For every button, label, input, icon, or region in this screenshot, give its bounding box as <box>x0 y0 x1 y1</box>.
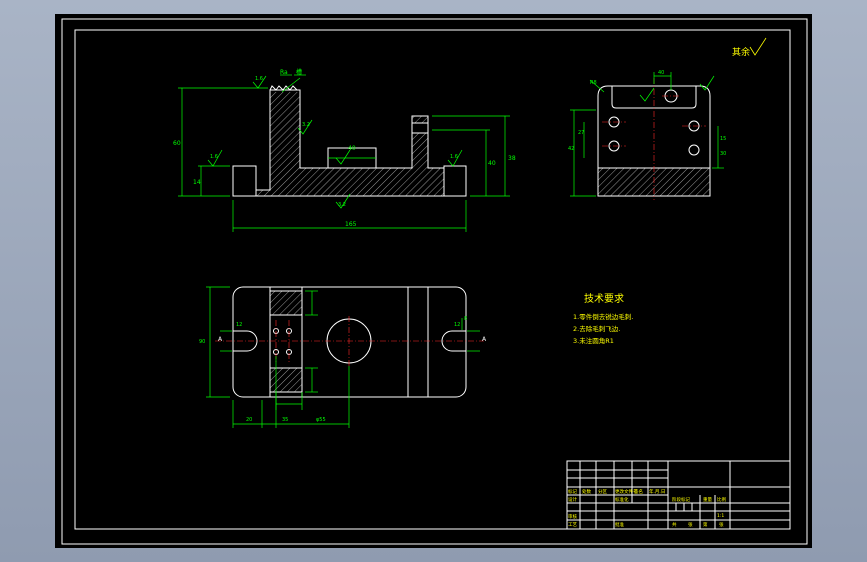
tb-zone: 分区 <box>598 488 607 495</box>
dim-plan-slot-r: 12 <box>454 322 460 328</box>
tech-req-item-2: 2.去除毛刺飞边. <box>573 324 620 333</box>
dim-side-h3: 30 <box>720 151 726 157</box>
tb-sheet-no: 第 <box>703 521 708 528</box>
dim-front-overall-height: 60 <box>173 140 181 147</box>
tb-total: 共 <box>672 521 677 528</box>
tb-approve: 批准 <box>615 521 624 528</box>
dim-side-h4: 42 <box>568 146 574 152</box>
tb-design: 设计 <box>568 496 577 503</box>
tb-standard: 标准化 <box>615 496 629 503</box>
front-callout-a: Ra <box>280 69 288 76</box>
dim-plan-d1: 20 <box>246 417 252 423</box>
dim-side-h1: 27 <box>578 130 584 136</box>
front-pillar-slot <box>411 122 429 134</box>
tb-stage: 阶段标记 <box>672 496 690 503</box>
tech-req-item-1: 1.零件倒去锐边毛刺. <box>573 312 633 321</box>
tb-date: 年.月.日 <box>649 488 665 495</box>
tb-sheets: 张 <box>688 521 693 528</box>
front-rough-2: 1.6 <box>210 154 218 160</box>
tb-mark: 标记 <box>568 488 577 495</box>
drawing-canvas <box>55 14 812 548</box>
roughness-note-text: 其余 <box>732 46 750 58</box>
plan-hatch-bottom <box>270 368 302 392</box>
tb-process: 工艺 <box>568 522 577 528</box>
dim-front-left-h: 14 <box>193 179 201 186</box>
front-rough-4: 3.2 <box>302 122 310 128</box>
front-rough-5: 3.2 <box>338 202 346 208</box>
dim-plan-d3: φ55 <box>316 417 326 423</box>
drawing-sheet: 其余 165 60 14 38 40 40 Ra 槽 1.6 1.6 1.6 3… <box>55 14 812 548</box>
front-callout-b: 槽 <box>296 68 302 76</box>
dim-plan-off: 8 <box>464 316 467 322</box>
tb-scale-value: 1:1 <box>717 513 724 519</box>
dim-side-top-w: 40 <box>658 70 664 76</box>
front-rough-1: 1.6 <box>255 76 263 82</box>
dim-plan-h-left: 90 <box>199 339 205 345</box>
tb-count: 处数 <box>582 488 591 495</box>
tb-sheet: 张 <box>719 521 724 528</box>
tb-review: 审核 <box>568 513 577 520</box>
dim-side-corner: R8 <box>590 80 597 86</box>
tb-signature: 签名 <box>634 488 643 495</box>
tech-req-item-3: 3.未注圆角R1 <box>573 336 614 345</box>
tech-req-title: 技术要求 <box>584 292 624 305</box>
dim-front-overall-width: 165 <box>345 221 357 228</box>
dim-plan-d2: 35 <box>282 417 288 423</box>
tb-scale: 比例 <box>717 496 726 503</box>
tb-weight: 重量 <box>703 496 712 503</box>
dim-plan-slot: 12 <box>236 322 242 328</box>
dim-side-h2: 15 <box>720 136 726 142</box>
dim-front-right-h1: 38 <box>508 155 516 162</box>
front-rough-3: 1.6 <box>450 154 458 160</box>
plan-hatch-top <box>270 291 302 315</box>
dim-front-right-h2: 40 <box>488 160 496 167</box>
